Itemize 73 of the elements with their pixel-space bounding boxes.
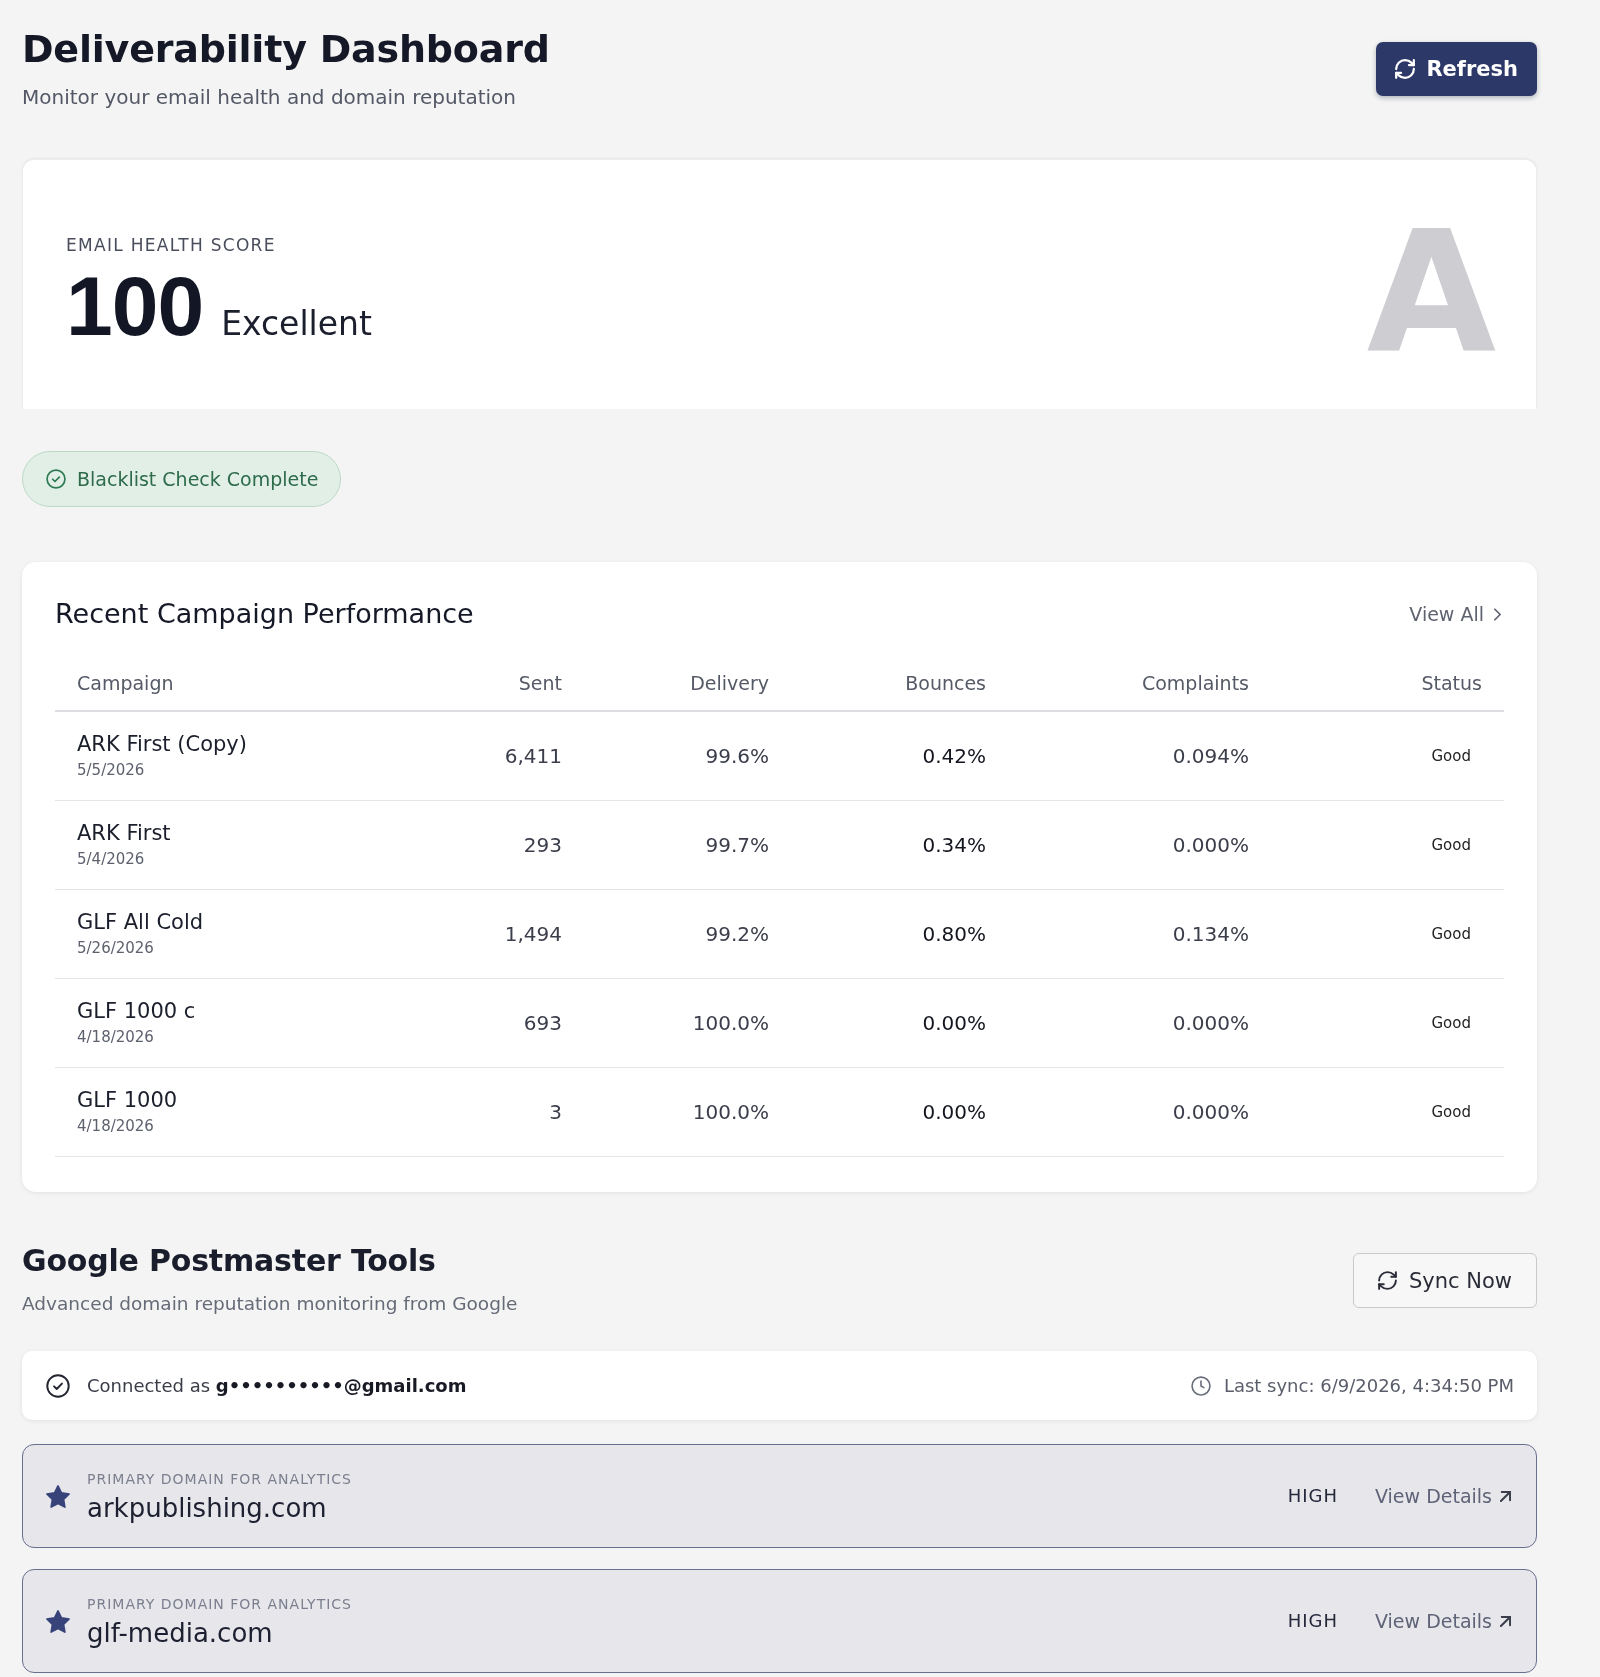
domain-name: arkpublishing.com [87,1492,328,1523]
circular-arrows-icon [1377,1271,1397,1290]
star-icon [46,1484,70,1508]
campaign-name: ARK First [77,821,172,846]
status-label: Good [1431,746,1471,766]
last-sync-text: Last sync: 6/9/2026, 4:34:50 PM [1223,1373,1514,1398]
column-header: Delivery [690,671,769,695]
domain-label: PRIMARY DOMAIN FOR ANALYTICS [87,1469,353,1488]
check-circle-icon [46,469,66,489]
table-cell: 0.094% [1172,744,1249,768]
reputation-text: HIGH [1287,1609,1338,1633]
campaign-name: ARK First (Copy) [77,732,248,757]
campaign-date: 5/26/2026 [77,938,155,958]
table-cell: 0.000% [1172,1011,1249,1035]
table-cell: 0.34% [922,833,986,857]
view-details-link[interactable]: View Details [1375,1609,1511,1633]
table-cell: 1,494 [504,922,562,946]
section-subtitle: Advanced domain reputation monitoring from Google [22,1292,518,1316]
table-cell: 293 [523,833,562,857]
table-cell: 99.7% [705,833,769,857]
view-all-link[interactable]: View All [1409,602,1501,626]
campaign-name: GLF 1000 c [77,999,197,1024]
refresh-button[interactable]: Refresh [1376,42,1537,96]
domain-name: glf-media.com [87,1617,274,1648]
arrow-up-right-icon [1500,1615,1511,1627]
circular-arrows-icon [1395,59,1416,79]
status-label: Good [1431,1102,1471,1122]
campaign-date: 5/5/2026 [77,760,146,780]
table-cell: 100.0% [692,1011,769,1035]
table-cell: 0.42% [922,744,986,768]
table-cell: 99.2% [705,922,769,946]
table-cell: 0.00% [922,1100,986,1124]
campaign-date: 4/18/2026 [77,1027,155,1047]
table-cell: 100.0% [692,1100,769,1124]
table-cell: 6,411 [504,744,562,768]
table-cell: 3 [549,1100,562,1124]
status-label: Good [1431,1013,1471,1033]
table-cell: 0.000% [1172,1100,1249,1124]
score-rating: Excellent [221,304,372,344]
chevron-right-icon [1494,607,1501,621]
campaign-date: 5/4/2026 [77,849,146,869]
status-label: Good [1431,924,1471,944]
status-label: Good [1431,835,1471,855]
column-header: Status [1421,671,1482,695]
table-cell: 0.00% [922,1011,986,1035]
page-subtitle: Monitor your email health and domain reputation [22,84,517,110]
score-label: EMAIL HEALTH SCORE [66,234,277,256]
campaign-name: GLF 1000 [77,1088,179,1113]
table-cell: 693 [523,1011,562,1035]
arrow-up-right-icon [1500,1490,1511,1502]
column-header: Complaints [1141,671,1249,695]
table-cell: 0.134% [1172,922,1249,946]
table-cell: 0.80% [922,922,986,946]
star-icon [46,1609,70,1633]
column-header: Bounces [905,671,986,695]
reputation-text: HIGH [1287,1484,1338,1508]
table-cell: 99.6% [705,744,769,768]
campaign-name: GLF All Cold [77,910,205,935]
table-cell: 0.000% [1172,833,1249,857]
section-title: Google Postmaster Tools [22,1243,437,1279]
check-circle-icon [46,1373,70,1398]
connection-text: Connected as g••••••••••@gmail.com [87,1373,467,1398]
card-title: Recent Campaign Performance [55,598,474,630]
column-header: Sent [518,671,562,695]
clock-icon [1190,1375,1211,1396]
sync-button[interactable]: Sync Now [1352,1253,1537,1308]
domain-label: PRIMARY DOMAIN FOR ANALYTICS [87,1594,353,1613]
status-text: Blacklist Check Complete [77,467,319,491]
page-title: Deliverability Dashboard [22,26,550,72]
health-score-value: 100 [66,264,204,348]
view-details-link[interactable]: View Details [1375,1484,1511,1508]
column-header: Campaign [77,671,174,695]
campaign-date: 4/18/2026 [77,1116,155,1136]
